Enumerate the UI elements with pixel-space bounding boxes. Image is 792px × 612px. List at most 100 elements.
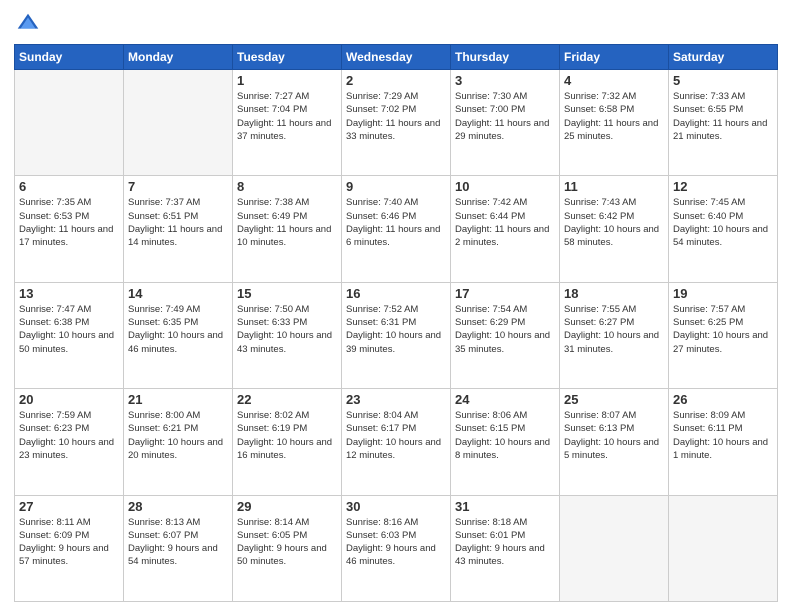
col-sunday: Sunday [15,45,124,70]
calendar-cell: 30 Sunrise: 8:16 AMSunset: 6:03 PMDayligh… [342,495,451,601]
day-number: 8 [237,179,337,194]
day-info: Sunrise: 7:49 AMSunset: 6:35 PMDaylight:… [128,303,228,356]
day-info: Sunrise: 7:37 AMSunset: 6:51 PMDaylight:… [128,196,228,249]
day-number: 4 [564,73,664,88]
calendar-cell: 4 Sunrise: 7:32 AMSunset: 6:58 PMDaylight… [560,70,669,176]
calendar-cell: 11 Sunrise: 7:43 AMSunset: 6:42 PMDayligh… [560,176,669,282]
day-info: Sunrise: 7:43 AMSunset: 6:42 PMDaylight:… [564,196,664,249]
day-info: Sunrise: 8:09 AMSunset: 6:11 PMDaylight:… [673,409,773,462]
day-number: 20 [19,392,119,407]
calendar-cell: 9 Sunrise: 7:40 AMSunset: 6:46 PMDaylight… [342,176,451,282]
day-info: Sunrise: 7:57 AMSunset: 6:25 PMDaylight:… [673,303,773,356]
calendar-cell: 28 Sunrise: 8:13 AMSunset: 6:07 PMDayligh… [124,495,233,601]
calendar-cell: 22 Sunrise: 8:02 AMSunset: 6:19 PMDayligh… [233,389,342,495]
day-info: Sunrise: 8:02 AMSunset: 6:19 PMDaylight:… [237,409,337,462]
calendar-cell: 8 Sunrise: 7:38 AMSunset: 6:49 PMDaylight… [233,176,342,282]
calendar-cell: 26 Sunrise: 8:09 AMSunset: 6:11 PMDayligh… [669,389,778,495]
calendar-cell: 29 Sunrise: 8:14 AMSunset: 6:05 PMDayligh… [233,495,342,601]
day-info: Sunrise: 8:04 AMSunset: 6:17 PMDaylight:… [346,409,446,462]
day-info: Sunrise: 7:27 AMSunset: 7:04 PMDaylight:… [237,90,337,143]
day-number: 12 [673,179,773,194]
calendar-cell: 21 Sunrise: 8:00 AMSunset: 6:21 PMDayligh… [124,389,233,495]
calendar-cell: 13Sunrise: 7:47 AMSunset: 6:38 PMDayligh… [15,282,124,388]
day-number: 28 [128,499,228,514]
day-info: Sunrise: 7:54 AMSunset: 6:29 PMDaylight:… [455,303,555,356]
day-info: Sunrise: 7:50 AMSunset: 6:33 PMDaylight:… [237,303,337,356]
day-number: 1 [237,73,337,88]
day-number: 17 [455,286,555,301]
calendar-cell: 27 Sunrise: 8:11 AMSunset: 6:09 PMDayligh… [15,495,124,601]
day-number: 24 [455,392,555,407]
day-number: 11 [564,179,664,194]
calendar-cell: 19 Sunrise: 7:57 AMSunset: 6:25 PMDayligh… [669,282,778,388]
calendar-week-2: 6 Sunrise: 7:35 AMSunset: 6:53 PMDaylight… [15,176,778,282]
day-number: 10 [455,179,555,194]
day-number: 29 [237,499,337,514]
logo [14,10,46,38]
day-info: Sunrise: 7:45 AMSunset: 6:40 PMDaylight:… [673,196,773,249]
day-number: 25 [564,392,664,407]
calendar-week-5: 27 Sunrise: 8:11 AMSunset: 6:09 PMDayligh… [15,495,778,601]
day-number: 23 [346,392,446,407]
day-number: 5 [673,73,773,88]
day-number: 15 [237,286,337,301]
calendar-cell [560,495,669,601]
calendar-cell [669,495,778,601]
calendar-cell: 17 Sunrise: 7:54 AMSunset: 6:29 PMDayligh… [451,282,560,388]
calendar-cell: 24Sunrise: 8:06 AMSunset: 6:15 PMDayligh… [451,389,560,495]
calendar-header-row: Sunday Monday Tuesday Wednesday Thursday… [15,45,778,70]
day-info: Sunrise: 8:14 AMSunset: 6:05 PMDaylight:… [237,516,337,569]
day-info: Sunrise: 7:42 AMSunset: 6:44 PMDaylight:… [455,196,555,249]
day-info: Sunrise: 7:30 AMSunset: 7:00 PMDaylight:… [455,90,555,143]
day-info: Sunrise: 8:11 AMSunset: 6:09 PMDaylight:… [19,516,119,569]
calendar-cell: 10 Sunrise: 7:42 AMSunset: 6:44 PMDayligh… [451,176,560,282]
calendar-cell: 5 Sunrise: 7:33 AMSunset: 6:55 PMDaylight… [669,70,778,176]
calendar-cell: 20 Sunrise: 7:59 AMSunset: 6:23 PMDayligh… [15,389,124,495]
day-number: 30 [346,499,446,514]
col-wednesday: Wednesday [342,45,451,70]
day-number: 3 [455,73,555,88]
day-info: Sunrise: 8:18 AMSunset: 6:01 PMDaylight:… [455,516,555,569]
calendar-week-4: 20 Sunrise: 7:59 AMSunset: 6:23 PMDayligh… [15,389,778,495]
day-number: 7 [128,179,228,194]
day-number: 2 [346,73,446,88]
day-info: Sunrise: 7:32 AMSunset: 6:58 PMDaylight:… [564,90,664,143]
calendar-cell [124,70,233,176]
day-info: Sunrise: 7:59 AMSunset: 6:23 PMDaylight:… [19,409,119,462]
day-number: 18 [564,286,664,301]
calendar-cell: 1 Sunrise: 7:27 AMSunset: 7:04 PMDaylight… [233,70,342,176]
day-number: 31 [455,499,555,514]
day-info: Sunrise: 8:00 AMSunset: 6:21 PMDaylight:… [128,409,228,462]
calendar-table: Sunday Monday Tuesday Wednesday Thursday… [14,44,778,602]
calendar-cell: 16Sunrise: 7:52 AMSunset: 6:31 PMDayligh… [342,282,451,388]
day-number: 6 [19,179,119,194]
calendar-cell: 2 Sunrise: 7:29 AMSunset: 7:02 PMDaylight… [342,70,451,176]
day-number: 22 [237,392,337,407]
calendar-cell [15,70,124,176]
calendar-cell: 3 Sunrise: 7:30 AMSunset: 7:00 PMDaylight… [451,70,560,176]
day-info: Sunrise: 8:07 AMSunset: 6:13 PMDaylight:… [564,409,664,462]
day-number: 9 [346,179,446,194]
calendar-cell: 18Sunrise: 7:55 AMSunset: 6:27 PMDayligh… [560,282,669,388]
calendar-cell: 25 Sunrise: 8:07 AMSunset: 6:13 PMDayligh… [560,389,669,495]
day-number: 26 [673,392,773,407]
calendar-cell: 7 Sunrise: 7:37 AMSunset: 6:51 PMDaylight… [124,176,233,282]
day-info: Sunrise: 8:16 AMSunset: 6:03 PMDaylight:… [346,516,446,569]
day-info: Sunrise: 7:35 AMSunset: 6:53 PMDaylight:… [19,196,119,249]
day-info: Sunrise: 7:33 AMSunset: 6:55 PMDaylight:… [673,90,773,143]
day-number: 21 [128,392,228,407]
day-info: Sunrise: 7:38 AMSunset: 6:49 PMDaylight:… [237,196,337,249]
day-info: Sunrise: 8:13 AMSunset: 6:07 PMDaylight:… [128,516,228,569]
col-saturday: Saturday [669,45,778,70]
logo-icon [14,10,42,38]
day-number: 14 [128,286,228,301]
col-thursday: Thursday [451,45,560,70]
day-info: Sunrise: 7:29 AMSunset: 7:02 PMDaylight:… [346,90,446,143]
day-number: 27 [19,499,119,514]
calendar-cell: 23 Sunrise: 8:04 AMSunset: 6:17 PMDayligh… [342,389,451,495]
day-info: Sunrise: 7:40 AMSunset: 6:46 PMDaylight:… [346,196,446,249]
calendar-cell: 14 Sunrise: 7:49 AMSunset: 6:35 PMDayligh… [124,282,233,388]
day-number: 16 [346,286,446,301]
day-number: 19 [673,286,773,301]
calendar-cell: 31 Sunrise: 8:18 AMSunset: 6:01 PMDayligh… [451,495,560,601]
